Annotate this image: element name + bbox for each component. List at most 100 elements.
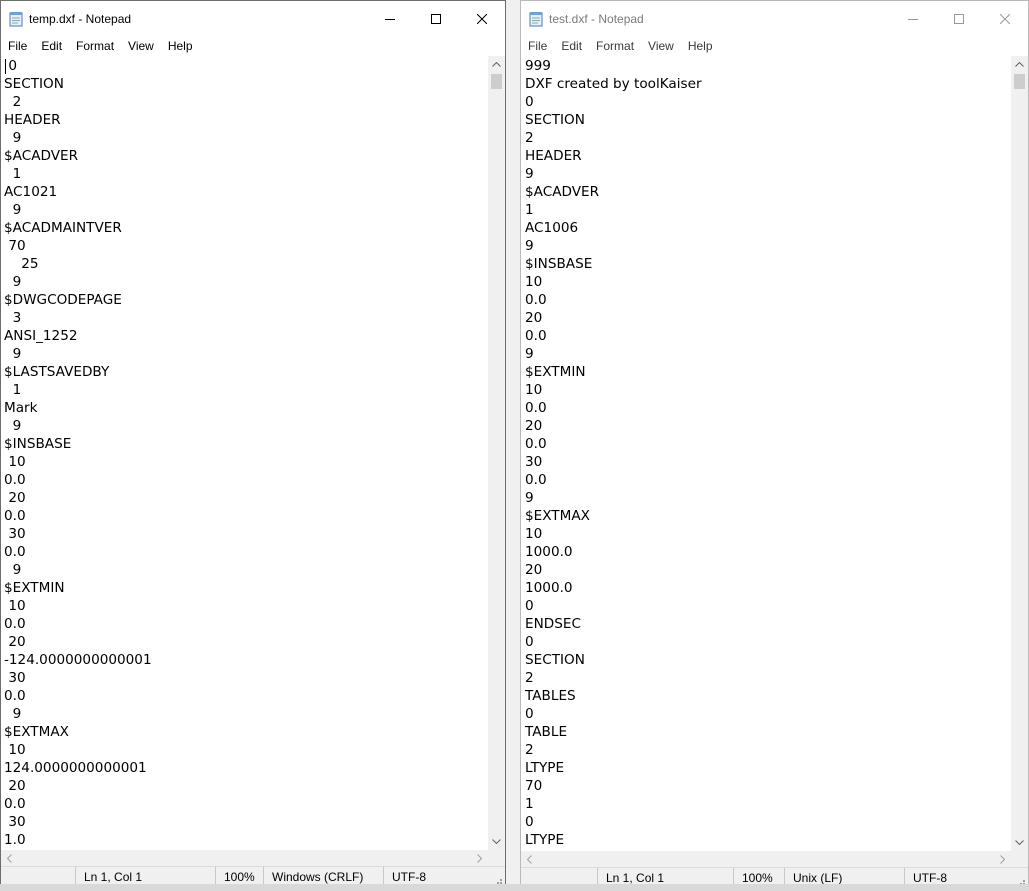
menu-format[interactable]: Format bbox=[69, 39, 121, 53]
text-line[interactable]: 30 bbox=[4, 813, 488, 831]
text-line[interactable]: $EXTMIN bbox=[4, 579, 488, 597]
text-line[interactable]: 0.0 bbox=[525, 327, 1011, 345]
minimize-button[interactable] bbox=[890, 1, 936, 37]
text-line[interactable]: 9 bbox=[4, 561, 488, 579]
text-line[interactable]: -124.0000000000001 bbox=[4, 651, 488, 669]
text-line[interactable]: 10 bbox=[525, 525, 1011, 543]
text-line[interactable]: HEADER bbox=[4, 111, 488, 129]
scroll-up-arrow-icon[interactable] bbox=[488, 56, 505, 73]
text-line[interactable]: 20 bbox=[4, 489, 488, 507]
text-editor[interactable]: 0 SECTION 2 HEADER 9 $ACADVER 1 AC1021 9 $ACA… bbox=[1, 56, 488, 850]
text-line[interactable]: 0 bbox=[525, 813, 1011, 831]
text-line[interactable]: ENDSEC bbox=[525, 615, 1011, 633]
vertical-scrollbar[interactable] bbox=[1011, 56, 1028, 851]
scroll-down-arrow-icon[interactable] bbox=[1011, 834, 1028, 851]
text-line[interactable]: 0.0 bbox=[525, 399, 1011, 417]
scroll-thumb[interactable] bbox=[1014, 74, 1025, 89]
menu-format[interactable]: Format bbox=[589, 39, 641, 53]
text-line[interactable]: 0 bbox=[4, 57, 488, 75]
close-button[interactable] bbox=[982, 1, 1028, 37]
text-line[interactable]: 0 bbox=[525, 705, 1011, 723]
text-line[interactable]: LTYPE bbox=[525, 831, 1011, 849]
close-button[interactable] bbox=[459, 1, 505, 37]
text-line[interactable]: $LASTSAVEDBY bbox=[4, 363, 488, 381]
text-line[interactable]: $EXTMAX bbox=[525, 507, 1011, 525]
text-line[interactable]: SECTION bbox=[525, 111, 1011, 129]
text-line[interactable]: 124.0000000000001 bbox=[4, 759, 488, 777]
menu-help[interactable]: Help bbox=[161, 39, 200, 53]
editor-content[interactable]: 0 SECTION 2 HEADER 9 $ACADVER 1 AC1021 9 $ACA… bbox=[1, 56, 488, 849]
scroll-right-arrow-icon[interactable] bbox=[994, 851, 1011, 868]
menu-edit[interactable]: Edit bbox=[34, 39, 69, 53]
menu-file[interactable]: File bbox=[1, 39, 34, 53]
text-line[interactable]: $ACADVER bbox=[525, 183, 1011, 201]
text-line[interactable]: 0.0 bbox=[4, 543, 488, 561]
text-line[interactable]: $DWGCODEPAGE bbox=[4, 291, 488, 309]
text-line[interactable]: 9 bbox=[4, 705, 488, 723]
text-line[interactable]: 20 bbox=[4, 633, 488, 651]
text-line[interactable]: 10 bbox=[4, 453, 488, 471]
title-bar[interactable]: temp.dxf - Notepad bbox=[1, 1, 505, 37]
text-line[interactable]: 0 bbox=[525, 93, 1011, 111]
text-line[interactable]: 999 bbox=[525, 57, 1011, 75]
text-line[interactable]: 0.0 bbox=[4, 507, 488, 525]
text-line[interactable]: DXF created by toolKaiser bbox=[525, 75, 1011, 93]
text-line[interactable]: 30 bbox=[525, 453, 1011, 471]
text-line[interactable]: 20 bbox=[4, 777, 488, 795]
text-line[interactable]: 1.0 bbox=[4, 831, 488, 849]
menu-help[interactable]: Help bbox=[681, 39, 720, 53]
text-line[interactable]: 1 bbox=[4, 381, 488, 399]
text-line[interactable]: 9 bbox=[525, 165, 1011, 183]
text-line[interactable]: ANSI_1252 bbox=[4, 327, 488, 345]
text-line[interactable]: 0.0 bbox=[525, 435, 1011, 453]
editor-content[interactable]: 999 DXF created by toolKaiser 0 SECTION 2 HEA… bbox=[521, 56, 1011, 849]
text-line[interactable]: 20 bbox=[525, 309, 1011, 327]
notepad-window-temp[interactable]: temp.dxf - Notepad File Edit Format View… bbox=[0, 0, 506, 888]
text-line[interactable]: $INSBASE bbox=[525, 255, 1011, 273]
scroll-right-arrow-icon[interactable] bbox=[471, 850, 488, 867]
text-line[interactable]: 1 bbox=[525, 795, 1011, 813]
text-line[interactable]: HEADER bbox=[525, 147, 1011, 165]
text-line[interactable]: 30 bbox=[4, 669, 488, 687]
text-line[interactable]: 1 bbox=[4, 165, 488, 183]
text-line[interactable]: 0.0 bbox=[4, 471, 488, 489]
text-line[interactable]: 10 bbox=[4, 741, 488, 759]
text-line[interactable]: 20 bbox=[525, 417, 1011, 435]
text-line[interactable]: 10 bbox=[525, 273, 1011, 291]
menu-edit[interactable]: Edit bbox=[554, 39, 589, 53]
horizontal-scrollbar[interactable] bbox=[1, 850, 488, 867]
horizontal-scrollbar[interactable] bbox=[521, 851, 1011, 868]
menu-view[interactable]: View bbox=[641, 39, 681, 53]
scroll-thumb[interactable] bbox=[491, 74, 502, 89]
menu-view[interactable]: View bbox=[121, 39, 161, 53]
text-line[interactable]: SECTION bbox=[4, 75, 488, 93]
text-line[interactable]: 70 bbox=[4, 237, 488, 255]
scroll-down-arrow-icon[interactable] bbox=[488, 833, 505, 850]
minimize-button[interactable] bbox=[367, 1, 413, 37]
maximize-button[interactable] bbox=[936, 1, 982, 37]
text-line[interactable]: 9 bbox=[4, 345, 488, 363]
scroll-left-arrow-icon[interactable] bbox=[521, 851, 538, 868]
text-line[interactable]: 9 bbox=[525, 489, 1011, 507]
text-line[interactable]: 10 bbox=[4, 597, 488, 615]
text-line[interactable]: 0.0 bbox=[525, 471, 1011, 489]
text-line[interactable]: 9 bbox=[4, 201, 488, 219]
vertical-scrollbar[interactable] bbox=[488, 56, 505, 850]
text-line[interactable]: 2 bbox=[525, 129, 1011, 147]
text-line[interactable]: 0.0 bbox=[4, 687, 488, 705]
text-line[interactable]: 2 bbox=[525, 741, 1011, 759]
text-line[interactable]: TABLES bbox=[525, 687, 1011, 705]
text-line[interactable]: 9 bbox=[4, 273, 488, 291]
maximize-button[interactable] bbox=[413, 1, 459, 37]
text-line[interactable]: 0.0 bbox=[4, 615, 488, 633]
text-line[interactable]: 0.0 bbox=[525, 291, 1011, 309]
text-line[interactable]: 30 bbox=[4, 525, 488, 543]
text-line[interactable]: 2 bbox=[4, 93, 488, 111]
text-line[interactable]: 9 bbox=[4, 129, 488, 147]
text-line[interactable]: LTYPE bbox=[525, 759, 1011, 777]
text-line[interactable]: Mark bbox=[4, 399, 488, 417]
text-line[interactable]: $EXTMAX bbox=[4, 723, 488, 741]
notepad-window-test[interactable]: test.dxf - Notepad File Edit Format View… bbox=[520, 0, 1029, 889]
text-line[interactable]: $ACADMAINTVER bbox=[4, 219, 488, 237]
text-line[interactable]: $INSBASE bbox=[4, 435, 488, 453]
